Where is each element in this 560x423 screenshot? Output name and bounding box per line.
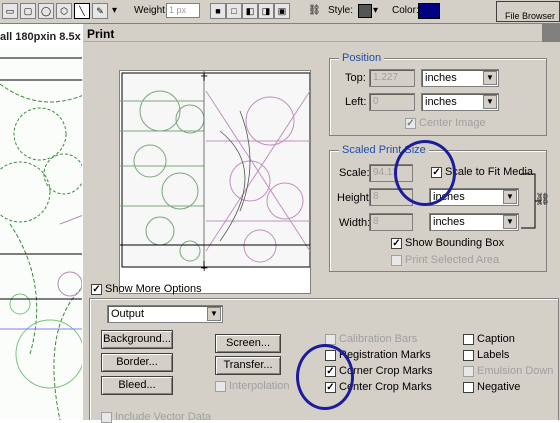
dropdown-arrow-icon[interactable]: ▾ bbox=[112, 5, 117, 16]
top-unit-value: inches bbox=[425, 72, 457, 84]
interpolation-checkbox[interactable] bbox=[215, 381, 226, 392]
negative-checkbox[interactable] bbox=[463, 382, 474, 393]
scale-to-fit-label: Scale to Fit Media bbox=[445, 166, 534, 178]
options-bar: ▭ ▢ ◯ ⬡ ╲ ✎ ▾ Weight: 1 px ■ □ ◧ ◨ ▣ ⛓ S… bbox=[0, 0, 560, 24]
output-select[interactable]: Output ▼ bbox=[107, 305, 223, 323]
center-image-checkbox[interactable]: ✓ bbox=[405, 118, 416, 129]
interpolation-label: Interpolation bbox=[229, 380, 290, 392]
rounded-rect-tool-icon[interactable]: ▢ bbox=[20, 3, 36, 19]
width-input[interactable]: 8 bbox=[369, 213, 413, 231]
print-preview[interactable]: + + bbox=[119, 70, 311, 294]
include-vector-data-checkbox[interactable] bbox=[101, 412, 112, 423]
include-vector-data-label: Include Vector Data bbox=[115, 411, 212, 423]
custom-shape-tool-icon[interactable]: ✎ bbox=[92, 3, 108, 19]
chevron-down-icon: ▼ bbox=[207, 307, 221, 321]
labels-checkbox[interactable] bbox=[463, 350, 474, 361]
left-unit-select[interactable]: inches ▼ bbox=[421, 93, 499, 111]
shape-tool-icon[interactable]: ▭ bbox=[2, 3, 18, 19]
screen-button[interactable]: Screen... bbox=[215, 334, 281, 353]
height-label: Height: bbox=[337, 192, 372, 204]
document-canvas[interactable] bbox=[0, 24, 86, 420]
new-layer-mode-icon[interactable]: ■ bbox=[210, 3, 226, 19]
svg-text:+: + bbox=[200, 71, 208, 82]
weight-input[interactable]: 1 px bbox=[166, 3, 200, 18]
show-more-options-label: Show More Options bbox=[105, 283, 202, 295]
registration-marks-label: Registration Marks bbox=[339, 349, 431, 361]
document-title: all 180pxin 8.5x bbox=[0, 31, 86, 47]
caption-label: Caption bbox=[477, 333, 515, 345]
highlight-circle bbox=[296, 344, 354, 410]
show-bounding-box-label: Show Bounding Box bbox=[405, 237, 505, 249]
svg-text:+: + bbox=[200, 263, 208, 274]
subtract-mode-icon[interactable]: ◧ bbox=[242, 3, 258, 19]
style-label: Style: bbox=[328, 5, 354, 16]
intersect-mode-icon[interactable]: ◨ bbox=[258, 3, 274, 19]
chevron-down-icon: ▼ bbox=[483, 95, 497, 109]
line-tool-icon[interactable]: ╲ bbox=[74, 3, 90, 19]
chevron-down-icon: ▼ bbox=[483, 71, 497, 85]
center-image-label: Center Image bbox=[419, 117, 486, 129]
chevron-down-icon: ▼ bbox=[503, 190, 517, 204]
preview-artwork: + + bbox=[120, 71, 310, 293]
add-shape-mode-icon[interactable]: □ bbox=[226, 3, 242, 19]
left-label: Left: bbox=[345, 96, 367, 108]
chain-link-icon[interactable]: ⛓ bbox=[535, 192, 550, 206]
style-dropdown-arrow-icon[interactable]: ▾ bbox=[373, 5, 378, 16]
style-swatch[interactable] bbox=[358, 4, 372, 18]
left-input[interactable]: 0 bbox=[369, 93, 415, 111]
output-select-value: Output bbox=[111, 308, 145, 320]
caption-checkbox[interactable] bbox=[463, 334, 474, 345]
polygon-tool-icon[interactable]: ⬡ bbox=[56, 3, 72, 19]
document-artwork bbox=[0, 24, 86, 420]
emulsion-down-label: Emulsion Down bbox=[477, 365, 554, 377]
position-legend: Position bbox=[339, 52, 385, 64]
top-label: Top: bbox=[345, 72, 366, 84]
width-unit-select[interactable]: inches ▼ bbox=[429, 213, 519, 231]
background-button[interactable]: Background... bbox=[101, 330, 173, 349]
chevron-down-icon: ▼ bbox=[503, 215, 517, 229]
exclude-mode-icon[interactable]: ▣ bbox=[274, 3, 290, 19]
color-label: Color: bbox=[392, 5, 419, 16]
left-unit-value: inches bbox=[425, 96, 457, 108]
dialog-close-button[interactable] bbox=[542, 24, 560, 42]
bleed-button[interactable]: Bleed... bbox=[101, 376, 173, 395]
width-unit-value: inches bbox=[433, 216, 465, 228]
show-bounding-box-checkbox[interactable]: ✓ bbox=[391, 238, 402, 249]
dialog-title: Print bbox=[83, 24, 560, 42]
negative-label: Negative bbox=[477, 381, 521, 393]
file-browser-label: File Browser bbox=[505, 11, 556, 21]
labels-label: Labels bbox=[477, 349, 510, 361]
highlight-circle bbox=[394, 140, 456, 206]
transfer-button[interactable]: Transfer... bbox=[215, 356, 281, 375]
width-label: Width: bbox=[339, 217, 371, 229]
scale-label: Scale: bbox=[339, 167, 370, 179]
color-swatch[interactable] bbox=[418, 3, 440, 19]
border-button[interactable]: Border... bbox=[101, 353, 173, 372]
top-unit-select[interactable]: inches ▼ bbox=[421, 69, 499, 87]
print-selected-area-checkbox[interactable] bbox=[391, 255, 402, 266]
ellipse-tool-icon[interactable]: ◯ bbox=[38, 3, 54, 19]
show-more-options-checkbox[interactable]: ✓ bbox=[91, 284, 102, 295]
top-input[interactable]: 1.227 bbox=[369, 69, 415, 87]
link-icon[interactable]: ⛓ bbox=[308, 5, 321, 16]
emulsion-down-checkbox[interactable] bbox=[463, 366, 474, 377]
print-selected-area-label: Print Selected Area bbox=[405, 254, 500, 266]
file-browser-tab[interactable]: File Browser bbox=[496, 1, 560, 22]
weight-label: Weight: bbox=[134, 5, 168, 16]
calibration-bars-label: Calibration Bars bbox=[339, 333, 418, 345]
